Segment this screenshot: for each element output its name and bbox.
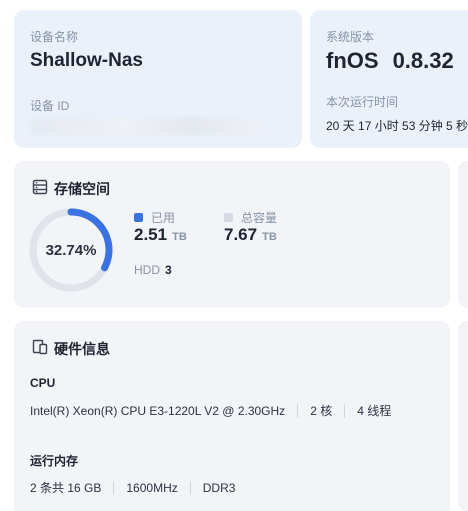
total-legend-label: 总容量 xyxy=(241,211,278,225)
cpu-cores: 2 核 xyxy=(310,404,333,418)
used-value-row: 2.51 TB xyxy=(134,225,187,245)
used-value: 2.51 xyxy=(134,225,168,244)
os-name: fnOS xyxy=(326,48,379,73)
total-value-row: 7.67 TB xyxy=(224,225,277,245)
cpu-label: CPU xyxy=(30,376,56,390)
hardware-title: 硬件信息 xyxy=(54,341,110,357)
device-name-label: 设备名称 xyxy=(30,30,79,44)
total-value: 7.67 xyxy=(224,225,258,244)
memory-summary: 2 条共 16 GB xyxy=(30,481,102,495)
right-card-partial-2 xyxy=(458,321,468,511)
os-version: 0.8.32 xyxy=(392,48,454,73)
storage-card: 存储空间 32.74% 已用 2.51 TB 总容量 7.67 TB HDD 3 xyxy=(14,161,450,308)
total-legend-swatch xyxy=(224,213,233,222)
memory-separator-2 xyxy=(189,480,191,495)
device-id-label: 设备 ID xyxy=(30,99,70,113)
disk-type: HDD xyxy=(134,263,160,277)
used-legend: 已用 xyxy=(134,209,175,226)
used-legend-swatch xyxy=(134,213,143,222)
cpu-separator-1 xyxy=(297,403,299,418)
hardware-icon xyxy=(32,339,48,355)
total-unit: TB xyxy=(262,231,277,243)
total-legend: 总容量 xyxy=(224,209,277,226)
system-version: fnOS 0.8.32 xyxy=(326,48,454,74)
storage-icon xyxy=(32,179,48,195)
cpu-threads: 4 线程 xyxy=(357,404,392,418)
memory-separator-1 xyxy=(113,480,115,495)
uptime-label: 本次运行时间 xyxy=(326,95,399,109)
memory-label: 运行内存 xyxy=(30,454,79,468)
storage-usage-donut: 32.74% xyxy=(28,207,114,293)
storage-usage-percent: 32.74% xyxy=(45,241,97,259)
cpu-separator-2 xyxy=(344,403,346,418)
hardware-card: 硬件信息 CPU Intel(R) Xeon(R) CPU E3-1220L V… xyxy=(14,321,450,511)
memory-type: DDR3 xyxy=(202,480,236,495)
device-name: Shallow-Nas xyxy=(30,50,143,71)
memory-info-row: 2 条共 16 GB 1600MHz DDR3 xyxy=(30,479,235,496)
memory-speed: 1600MHz xyxy=(126,480,178,495)
right-card-partial xyxy=(458,161,468,308)
system-version-label: 系统版本 xyxy=(326,30,375,44)
cpu-info-row: Intel(R) Xeon(R) CPU E3-1220L V2 @ 2.30G… xyxy=(30,402,391,419)
device-card: 设备名称 Shallow-Nas 设备 ID xyxy=(14,10,302,148)
device-id-value-redacted xyxy=(30,117,262,135)
uptime-value: 20 天 17 小时 53 分钟 5 秒 xyxy=(326,119,468,133)
disk-count: 3 xyxy=(165,263,172,277)
used-unit: TB xyxy=(172,231,187,243)
cpu-model: Intel(R) Xeon(R) CPU E3-1220L V2 @ 2.30G… xyxy=(30,403,286,418)
system-card: 系统版本 fnOS 0.8.32 本次运行时间 20 天 17 小时 53 分钟… xyxy=(310,10,468,148)
disk-summary: HDD 3 xyxy=(134,263,172,277)
used-legend-label: 已用 xyxy=(151,211,176,225)
storage-title: 存储空间 xyxy=(54,181,110,197)
